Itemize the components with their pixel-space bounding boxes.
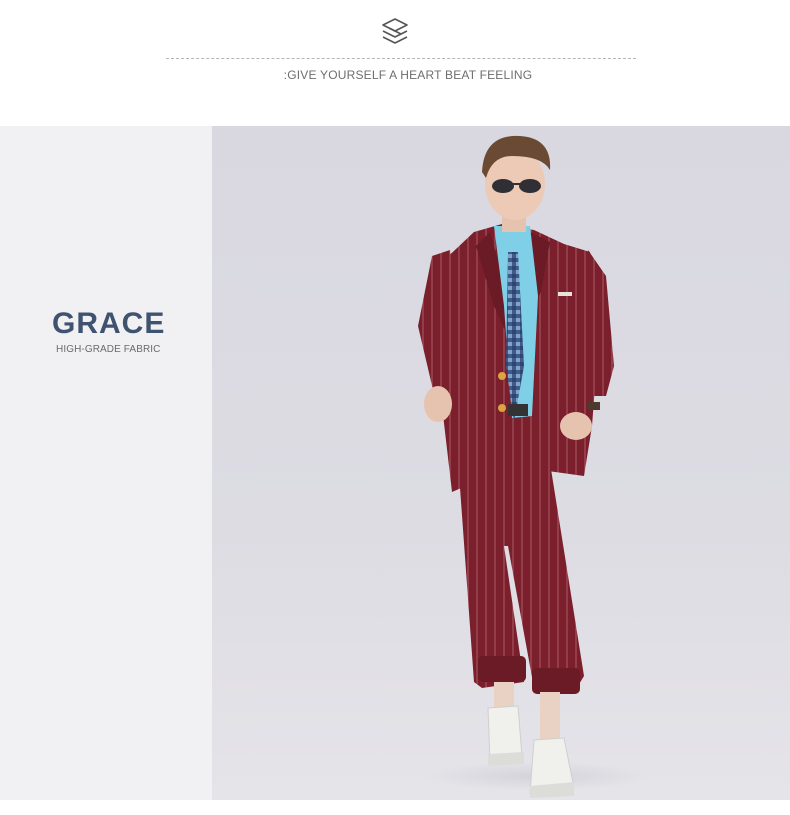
left-hand [424, 386, 452, 422]
left-ankle [494, 682, 514, 710]
feature-panel: GRACE HIGH-GRADE FABRIC [0, 126, 212, 800]
right-ankle [540, 692, 560, 742]
product-photo [212, 126, 790, 800]
feature-subtitle: HIGH-GRADE FABRIC [56, 344, 161, 355]
tagline: :GIVE YOURSELF A HEART BEAT FEELING [283, 68, 533, 82]
feature-title: GRACE [52, 307, 166, 340]
wristwatch [588, 402, 600, 410]
bottom-spacer [0, 800, 790, 815]
page-header: :GIVE YOURSELF A HEART BEAT FEELING [0, 0, 790, 126]
layered-s-logo-icon [382, 18, 408, 44]
header-divider [166, 58, 636, 59]
model-illustration [418, 135, 647, 798]
right-hand [560, 412, 592, 440]
